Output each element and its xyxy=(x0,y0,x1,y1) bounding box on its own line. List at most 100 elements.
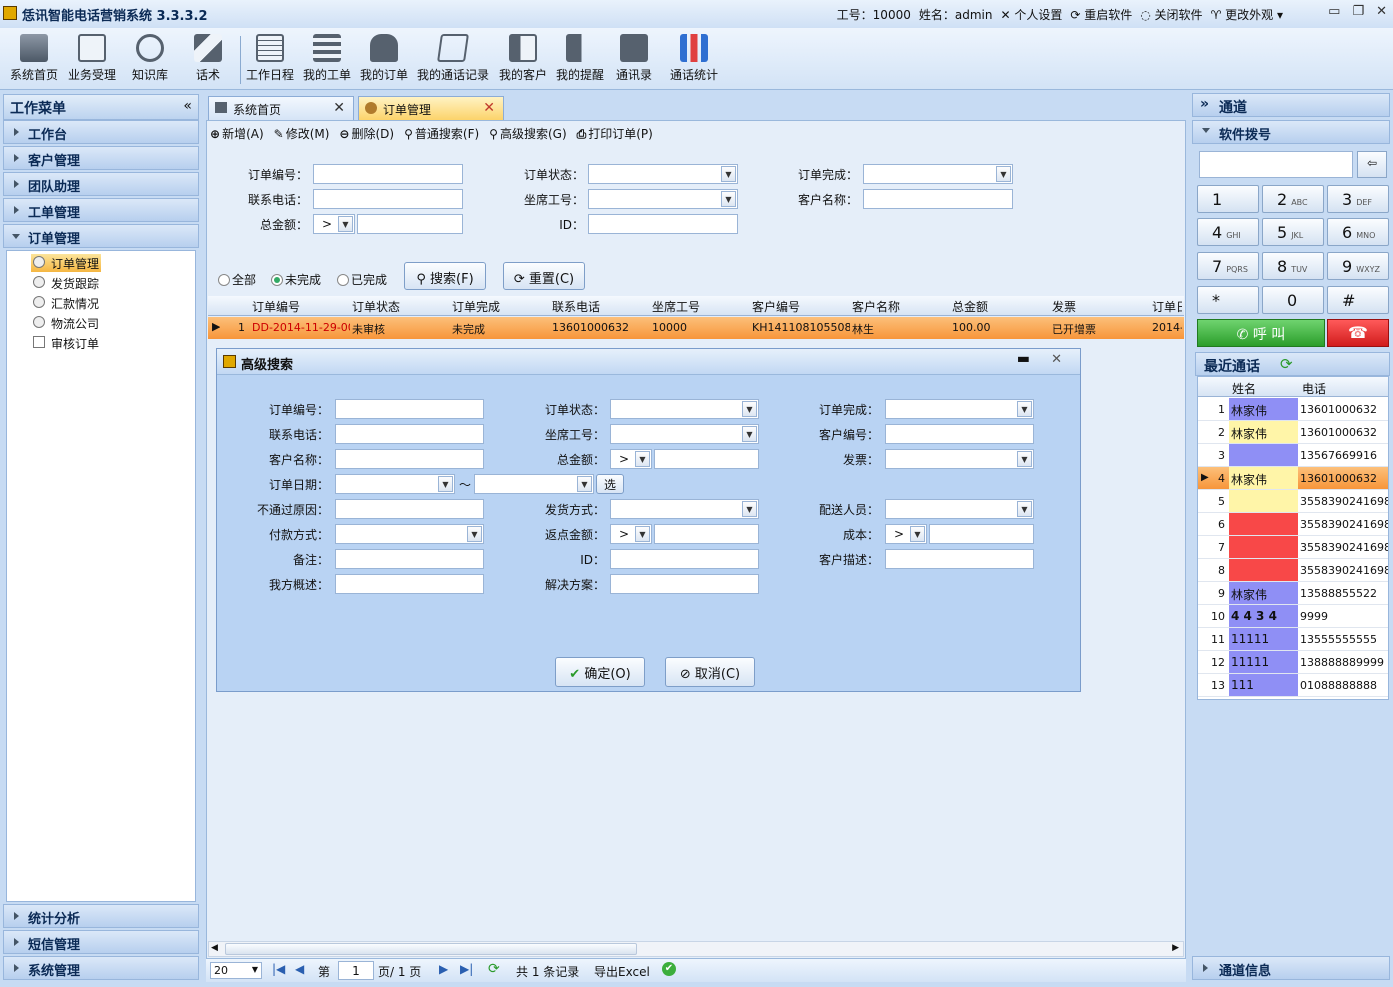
table-row[interactable]: ▶ 1 DD-2014-11-29-00 未审核 未完成 13601000632… xyxy=(208,317,1184,339)
dlg-customer-name-input[interactable] xyxy=(335,449,484,469)
table-row[interactable]: 1 林家伟 13601000632 xyxy=(1198,398,1388,421)
delete-button[interactable]: ⊖ 删除(D) xyxy=(339,125,394,142)
dlg-solution-input[interactable] xyxy=(610,574,759,594)
advanced-search-button[interactable]: ⚲ 高级搜索(G) xyxy=(489,125,566,142)
dial-key-2[interactable]: 2 ABC xyxy=(1262,185,1324,213)
next-page-icon[interactable]: ▶ xyxy=(439,962,448,976)
close-software-button[interactable]: ◌ 关闭软件 xyxy=(1140,6,1202,23)
phone-input[interactable] xyxy=(313,189,463,209)
table-row[interactable]: 10 4 4 3 4 9999 xyxy=(1198,605,1388,628)
dlg-our-desc-input[interactable] xyxy=(335,574,484,594)
menu-section-tickets[interactable]: 工单管理 xyxy=(3,198,199,222)
dlg-phone-input[interactable] xyxy=(335,424,484,444)
dlg-ship-method-select[interactable]: ▼ xyxy=(610,499,759,519)
dlg-order-no-input[interactable] xyxy=(335,399,484,419)
dlg-id-input[interactable] xyxy=(610,549,759,569)
column-header[interactable]: 订单完成 xyxy=(452,298,500,315)
dlg-customer-no-input[interactable] xyxy=(885,424,1034,444)
order-status-select[interactable]: ▼ xyxy=(588,164,738,184)
prev-page-icon[interactable]: ◀ xyxy=(295,962,304,976)
add-button[interactable]: ⊕ 新增(A) xyxy=(210,125,264,142)
dial-key-star[interactable]: * xyxy=(1197,286,1259,314)
backspace-button[interactable]: ⇦ xyxy=(1357,151,1387,178)
dlg-total-operator-select[interactable]: > ▼ xyxy=(610,449,652,469)
column-header[interactable]: 订单编号 xyxy=(252,298,300,315)
page-size-select[interactable]: 20 ▼ xyxy=(210,962,262,979)
dlg-cost-operator-select[interactable]: > ▼ xyxy=(885,524,927,544)
seat-no-select[interactable]: ▼ xyxy=(588,189,738,209)
table-row[interactable]: 8 355839024169890 xyxy=(1198,559,1388,582)
date-pick-button[interactable]: 选 xyxy=(596,474,624,494)
close-icon[interactable]: ✕ xyxy=(1376,4,1387,19)
first-page-icon[interactable]: |◀ xyxy=(272,962,285,976)
page-number-input[interactable]: 1 xyxy=(338,961,374,980)
total-input[interactable] xyxy=(357,214,463,234)
radio-done[interactable]: 已完成 xyxy=(337,271,387,288)
export-excel-button[interactable]: 导出Excel xyxy=(594,963,650,980)
restore-icon[interactable]: ❐ xyxy=(1352,4,1364,19)
scroll-left-icon[interactable]: ◀ xyxy=(211,943,218,953)
dial-key-7[interactable]: 7 PQRS xyxy=(1197,252,1259,280)
collapse-icon[interactable]: « xyxy=(183,98,192,114)
dlg-delivery-staff-select[interactable]: ▼ xyxy=(885,499,1034,519)
total-operator-select[interactable]: > ▼ xyxy=(313,214,355,234)
id-input[interactable] xyxy=(588,214,738,234)
tree-item-order-management[interactable]: 订单管理 xyxy=(31,254,102,272)
toolbar-script-button[interactable]: 话术 xyxy=(194,34,222,83)
scroll-right-icon[interactable]: ▶ xyxy=(1172,943,1179,953)
toolbar-reminders-button[interactable]: 我的提醒 xyxy=(556,34,604,83)
last-page-icon[interactable]: ▶| xyxy=(460,962,473,976)
dlg-customer-desc-input[interactable] xyxy=(885,549,1034,569)
personal-settings-button[interactable]: ✕ 个人设置 xyxy=(1000,6,1062,23)
column-header[interactable]: 总金额 xyxy=(952,298,988,315)
menu-section-statistics[interactable]: 统计分析 xyxy=(3,904,199,928)
dial-key-4[interactable]: 4 GHI xyxy=(1197,218,1259,246)
dial-key-0[interactable]: 0 xyxy=(1262,286,1324,314)
toolbar-schedule-button[interactable]: 工作日程 xyxy=(246,34,294,83)
radio-all[interactable]: 全部 xyxy=(218,271,256,288)
dial-key-3[interactable]: 3 DEF xyxy=(1327,185,1389,213)
toolbar-contacts-button[interactable]: 通讯录 xyxy=(616,34,652,83)
call-button[interactable]: ✆ 呼 叫 xyxy=(1197,319,1325,347)
customer-name-input[interactable] xyxy=(863,189,1013,209)
tree-item-logistics[interactable]: 物流公司 xyxy=(31,314,101,332)
toolbar-customers-button[interactable]: 我的客户 xyxy=(499,34,547,83)
hangup-button[interactable]: ☎ xyxy=(1327,319,1389,347)
change-skin-button[interactable]: ♈ 更改外观 ▾ xyxy=(1211,6,1283,23)
dial-key-5[interactable]: 5 JKL xyxy=(1262,218,1324,246)
dial-number-input[interactable] xyxy=(1199,151,1353,178)
tab-home[interactable]: 系统首页 ✕ xyxy=(208,96,354,120)
dlg-order-status-select[interactable]: ▼ xyxy=(610,399,759,419)
dlg-rebate-operator-select[interactable]: > ▼ xyxy=(610,524,652,544)
confirm-button[interactable]: ✔ 确定(O) xyxy=(555,657,645,687)
edit-button[interactable]: ✎ 修改(M) xyxy=(274,125,330,142)
tree-item-review[interactable]: 审核订单 xyxy=(31,334,101,352)
toolbar-tickets-button[interactable]: 我的工单 xyxy=(303,34,351,83)
cancel-button[interactable]: ⊘ 取消(C) xyxy=(665,657,755,687)
dlg-rebate-input[interactable] xyxy=(654,524,759,544)
table-row[interactable]: 6 355839024169890 xyxy=(1198,513,1388,536)
tab-order-management[interactable]: 订单管理 ✕ xyxy=(358,96,504,120)
toolbar-business-button[interactable]: 业务受理 xyxy=(68,34,116,83)
dlg-order-done-select[interactable]: ▼ xyxy=(885,399,1034,419)
order-no-input[interactable] xyxy=(313,164,463,184)
toolbar-knowledge-button[interactable]: 知识库 xyxy=(132,34,168,83)
dial-key-6[interactable]: 6 MNO xyxy=(1327,218,1389,246)
horizontal-scrollbar[interactable]: ◀ ▶ xyxy=(208,941,1184,957)
dlg-reject-reason-input[interactable] xyxy=(335,499,484,519)
column-header[interactable]: 坐席工号 xyxy=(652,298,700,315)
table-row[interactable]: 9 林家伟 13588855522 xyxy=(1198,582,1388,605)
close-tab-icon[interactable]: ✕ xyxy=(333,100,345,116)
channel-info-header[interactable]: 通道信息 xyxy=(1192,956,1390,980)
column-header[interactable]: 联系电话 xyxy=(552,298,600,315)
column-header[interactable]: 发票 xyxy=(1052,298,1076,315)
normal-search-button[interactable]: ⚲ 普通搜索(F) xyxy=(404,125,479,142)
menu-section-workbench[interactable]: 工作台 xyxy=(3,120,199,144)
menu-section-orders[interactable]: 订单管理 xyxy=(3,224,199,248)
dial-key-hash[interactable]: # xyxy=(1327,286,1389,314)
table-row[interactable]: 5 355839024169890 xyxy=(1198,490,1388,513)
table-row[interactable]: 3 13567669916 xyxy=(1198,444,1388,467)
dlg-pay-method-select[interactable]: ▼ xyxy=(335,524,484,544)
column-header[interactable]: 订单状态 xyxy=(352,298,400,315)
menu-section-sms[interactable]: 短信管理 xyxy=(3,930,199,954)
